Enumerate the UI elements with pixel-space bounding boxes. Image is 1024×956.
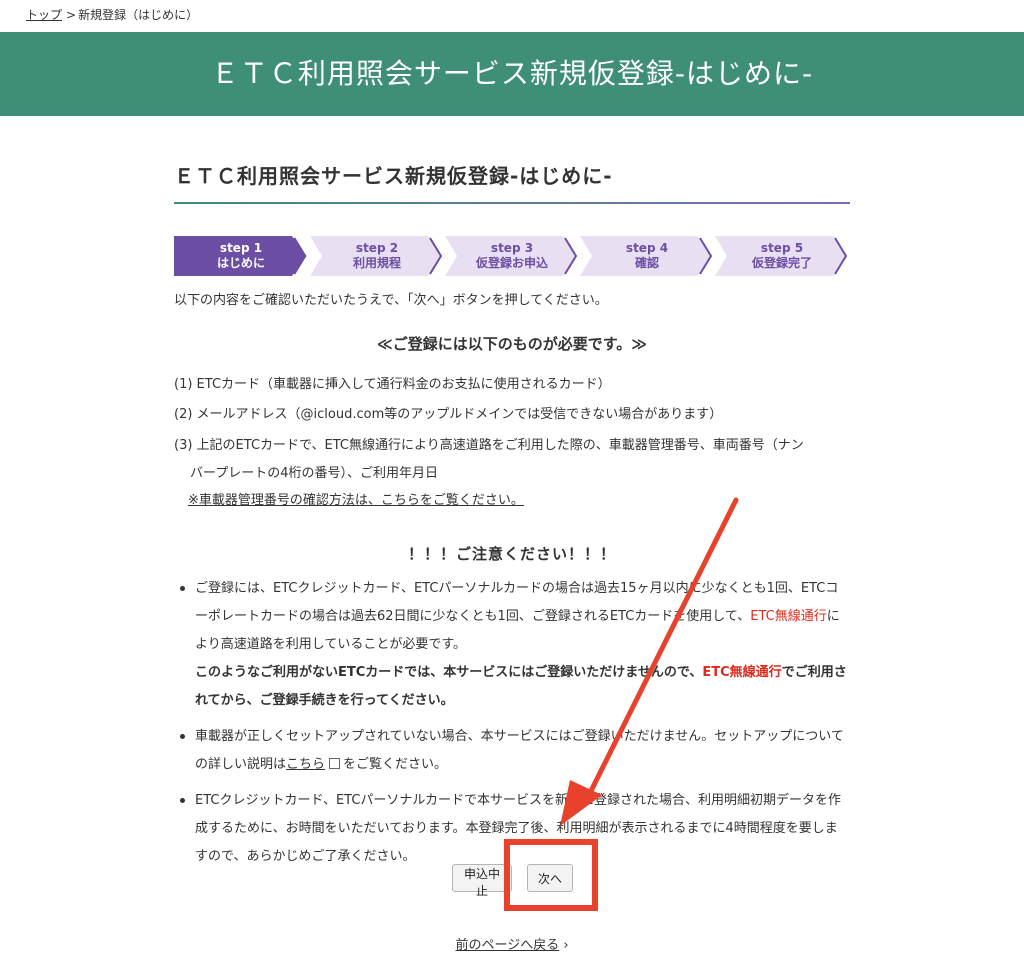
requirements-heading: ≪ご登録には以下のものが必要です。≫	[377, 335, 647, 353]
step-2-label: 利用規程	[352, 256, 401, 270]
step-1-label: はじめに	[216, 256, 265, 270]
requirement-3-line2: バープレートの4桁の番号）、ご利用年月日	[190, 466, 438, 481]
next-button[interactable]: 次へ	[527, 864, 573, 892]
title-divider	[174, 202, 850, 204]
step-3-number: step 3	[490, 241, 534, 255]
step-3: step 3 仮登録お申込	[445, 236, 579, 276]
notice-1-text: ご登録には、ETCクレジットカード、ETCパーソナルカードの場合は過去15ヶ月以…	[195, 581, 839, 624]
notice-item-2: 車載器が正しくセットアップされていない場合、本サービスにはご登録いただけません。…	[178, 723, 850, 779]
notice-1-bold-red-term: ETC無線通行	[702, 665, 782, 680]
intro-text: 以下の内容をご確認いただいたうえで、「次へ」ボタンを押してください。	[174, 293, 608, 308]
notice-item-1: ご登録には、ETCクレジットカード、ETCパーソナルカードの場合は過去15ヶ月以…	[178, 575, 850, 715]
requirement-1: (1) ETCカード（車載器に挿入して通行料金のお支払に使用されるカード）	[174, 377, 611, 392]
notice-1-red-term: ETC無線通行	[750, 609, 827, 624]
external-link-icon	[329, 758, 341, 769]
step-1: step 1 はじめに	[174, 236, 308, 276]
notice-3-text: ETCクレジットカード、ETCパーソナルカードで本サービスを新規に登録された場合…	[195, 793, 842, 864]
back-link[interactable]: 前のページへ戻る	[455, 938, 559, 953]
chevron-right-icon: ›	[559, 938, 569, 953]
notice-item-3: ETCクレジットカード、ETCパーソナルカードで本サービスを新規に登録された場合…	[178, 787, 850, 871]
breadcrumb: トップ > 新規登録（はじめに）	[26, 6, 198, 23]
step-5-label: 仮登録完了	[751, 256, 812, 270]
breadcrumb-separator: >	[66, 8, 77, 22]
device-number-help-link[interactable]: ※車載器管理番号の確認方法は、こちらをご覧ください。	[188, 489, 524, 508]
notice-heading: ！！！ご注意ください！！！	[407, 545, 616, 563]
page-banner: ＥＴＣ利用照会サービス新規仮登録-はじめに-	[0, 32, 1024, 116]
setup-info-link[interactable]: こちら	[286, 757, 325, 772]
step-1-number: step 1	[219, 241, 263, 255]
step-4-number: step 4	[625, 241, 669, 255]
back-link-row: 前のページへ戻る ›	[0, 934, 1024, 953]
banner-title: ＥＴＣ利用照会サービス新規仮登録-はじめに-	[210, 57, 814, 90]
requirement-2: (2) メールアドレス（@icloud.com等のアップルドメインでは受信できな…	[174, 407, 723, 422]
step-2-number: step 2	[355, 241, 399, 255]
page-title: ＥＴＣ利用照会サービス新規仮登録-はじめに-	[174, 164, 613, 188]
breadcrumb-current: 新規登録（はじめに）	[78, 8, 199, 22]
notice-list: ご登録には、ETCクレジットカード、ETCパーソナルカードの場合は過去15ヶ月以…	[178, 575, 850, 879]
notice-2-text-end: をご覧ください。	[343, 757, 448, 772]
cancel-application-button[interactable]: 申込中止	[452, 864, 512, 898]
step-progress: step 1 はじめに step 2 利用規程 step 3 仮登録お申込 step …	[174, 236, 850, 276]
step-5: step 5 仮登録完了	[715, 236, 849, 276]
step-4: step 4 確認	[580, 236, 714, 276]
breadcrumb-home-link[interactable]: トップ	[26, 8, 62, 22]
step-3-label: 仮登録お申込	[475, 256, 548, 270]
step-4-label: 確認	[634, 256, 659, 270]
step-2: step 2 利用規程	[310, 236, 444, 276]
step-5-number: step 5	[760, 241, 804, 255]
notice-1-bold-text: このようなご利用がないETCカードでは、本サービスにはご登録いただけませんので、	[195, 665, 703, 680]
requirement-3-line1: (3) 上記のETCカードで、ETC無線通行により高速道路をご利用した際の、車載…	[174, 438, 804, 453]
